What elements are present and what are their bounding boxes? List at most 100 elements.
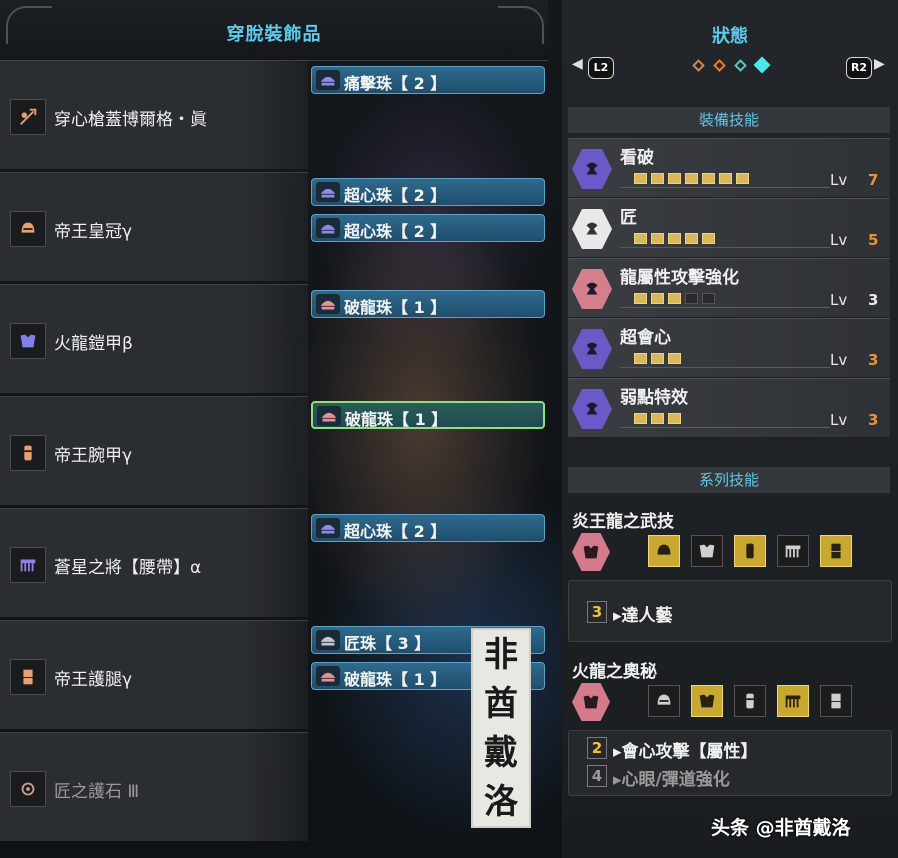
equipment-row[interactable]: 帝王皇冠γ: [0, 172, 308, 281]
waist-armor-icon: [777, 685, 809, 717]
decoration-jewel-icon: [316, 218, 340, 238]
decoration-slot[interactable]: 超心珠【 2 】: [311, 178, 545, 206]
skill-name: 超會心: [620, 328, 671, 348]
helm-icon: [10, 211, 46, 247]
skill-level-bar: [620, 291, 830, 308]
skill-level-pip: [685, 173, 698, 184]
level-label: Lv: [830, 411, 848, 429]
skill-name: 龍屬性攻擊強化: [620, 268, 739, 288]
set-bonus-name: ▸達人藝: [613, 606, 673, 626]
skill-level-pip: [634, 293, 647, 304]
set-skill-name: 炎王龍之武技: [572, 512, 674, 532]
lance-weapon-icon: [10, 99, 46, 135]
helm-icon: [648, 685, 680, 717]
equipment-row[interactable]: 火龍鎧甲β: [0, 284, 308, 393]
skill-level-pip: [719, 173, 732, 184]
set-bonus-name: ▸心眼/彈道強化: [613, 770, 730, 790]
arm-armor-icon: [734, 535, 766, 567]
waist-armor-icon: [10, 547, 46, 583]
skill-level-pip: [634, 413, 647, 424]
page-indicator-dot[interactable]: [734, 59, 747, 72]
decoration-slot[interactable]: 痛擊珠【 2 】: [311, 66, 545, 94]
seal-character: 非: [484, 634, 518, 675]
equipment-name: 穿心槍蓋博爾格・眞: [54, 110, 207, 130]
decoration-jewel-icon: [316, 70, 340, 90]
l2-button[interactable]: L2: [588, 57, 614, 79]
decoration-jewel-icon: [316, 518, 340, 538]
skill-name: 匠: [620, 208, 637, 228]
skill-level-pip: [668, 233, 681, 244]
decoration-slot[interactable]: 破龍珠【 1 】: [311, 290, 545, 318]
skill-emblem-icon: [572, 269, 612, 309]
decoration-jewel-icon: [316, 666, 340, 686]
page-title: 穿脫裝飾品: [226, 24, 322, 45]
set-bonus-name: ▸會心攻擊【屬性】: [613, 742, 758, 762]
skill-level-pip: [668, 353, 681, 364]
skill-level-pip: [651, 413, 664, 424]
equipped-skills-header: 裝備技能: [568, 107, 890, 133]
set-piece-icons: [572, 683, 890, 721]
previous-page-arrow-icon[interactable]: ◀: [572, 56, 583, 72]
page-indicator-dot[interactable]: [692, 59, 705, 72]
chest-armor-icon: [10, 323, 46, 359]
equipment-row[interactable]: 帝王護腿γ: [0, 620, 308, 729]
skill-row[interactable]: 看破 Lv 7: [568, 138, 890, 197]
waist-armor-icon: [777, 535, 809, 567]
decoration-name: 破龍珠【 1 】: [344, 298, 447, 317]
next-page-arrow-icon[interactable]: ▶: [874, 56, 885, 72]
skill-row[interactable]: 超會心 Lv 3: [568, 318, 890, 377]
watermark-seal: 非 酋 戴 洛: [471, 628, 531, 828]
chest-armor-icon: [691, 685, 723, 717]
arm-armor-icon: [10, 435, 46, 471]
leg-armor-icon: [10, 659, 46, 695]
level-label: Lv: [830, 231, 848, 249]
set-bonus-count: 4: [587, 765, 607, 787]
decoration-name: 破龍珠【 1 】: [345, 410, 448, 429]
equipment-name: 火龍鎧甲β: [54, 334, 133, 354]
skill-level-pip: [702, 233, 715, 244]
skill-row[interactable]: 龍屬性攻擊強化 Lv 3: [568, 258, 890, 317]
decoration-name: 匠珠【 3 】: [344, 634, 431, 653]
decoration-name: 超心珠【 2 】: [344, 186, 447, 205]
level-value: 3: [868, 351, 879, 369]
decoration-slot[interactable]: 超心珠【 2 】: [311, 214, 545, 242]
decoration-name: 超心珠【 2 】: [344, 522, 447, 541]
skill-level-pip: [685, 233, 698, 244]
skill-emblem-icon: [572, 149, 612, 189]
decoration-slot[interactable]: 超心珠【 2 】: [311, 514, 545, 542]
r2-button[interactable]: R2: [846, 57, 872, 79]
skill-row[interactable]: 匠 Lv 5: [568, 198, 890, 257]
skill-level-bar: [620, 411, 830, 428]
level-value: 5: [868, 231, 879, 249]
equipment-row[interactable]: 蒼星之將【腰帶】α: [0, 508, 308, 617]
decoration-name: 破龍珠【 1 】: [344, 670, 447, 689]
equipment-row[interactable]: 匠之護石 Ⅲ: [0, 732, 308, 841]
status-panel: 狀態 ◀ L2 R2 ▶ 裝備技能 看破 Lv 7 匠 Lv 5 龍屬性攻擊強化 Lv 3 超會心…: [562, 0, 898, 858]
page-indicator-dot[interactable]: [713, 59, 726, 72]
skill-level-pip: [702, 293, 715, 304]
level-label: Lv: [830, 351, 848, 369]
equipment-row[interactable]: 穿心槍蓋博爾格・眞: [0, 60, 308, 169]
equipment-row[interactable]: 帝王腕甲γ: [0, 396, 308, 505]
skill-row[interactable]: 弱點特效 Lv 3: [568, 378, 890, 437]
left-panel-header: 穿脫裝飾品: [0, 0, 548, 61]
set-emblem-icon: [572, 683, 610, 721]
helm-icon: [648, 535, 680, 567]
equipment-name: 匠之護石 Ⅲ: [54, 782, 140, 802]
equipment-name: 蒼星之將【腰帶】α: [54, 558, 202, 578]
skill-level-pip: [651, 293, 664, 304]
status-title: 狀態: [712, 26, 748, 47]
level-value: 7: [868, 171, 879, 189]
skill-level-pip: [634, 233, 647, 244]
set-bonus-count: 3: [587, 601, 607, 623]
equipment-name: 帝王護腿γ: [54, 670, 133, 690]
page-indicator-dot-active[interactable]: [753, 56, 771, 74]
decoration-name: 超心珠【 2 】: [344, 222, 447, 241]
decoration-slot[interactable]: 破龍珠【 1 】: [311, 401, 545, 429]
decoration-jewel-icon: [316, 630, 340, 650]
set-skill-name: 火龍之奧秘: [572, 662, 657, 682]
leg-armor-icon: [820, 685, 852, 717]
skill-level-pip: [668, 293, 681, 304]
set-skills-header: 系列技能: [568, 467, 890, 493]
set-bonus-box: 3 ▸達人藝: [568, 580, 892, 642]
